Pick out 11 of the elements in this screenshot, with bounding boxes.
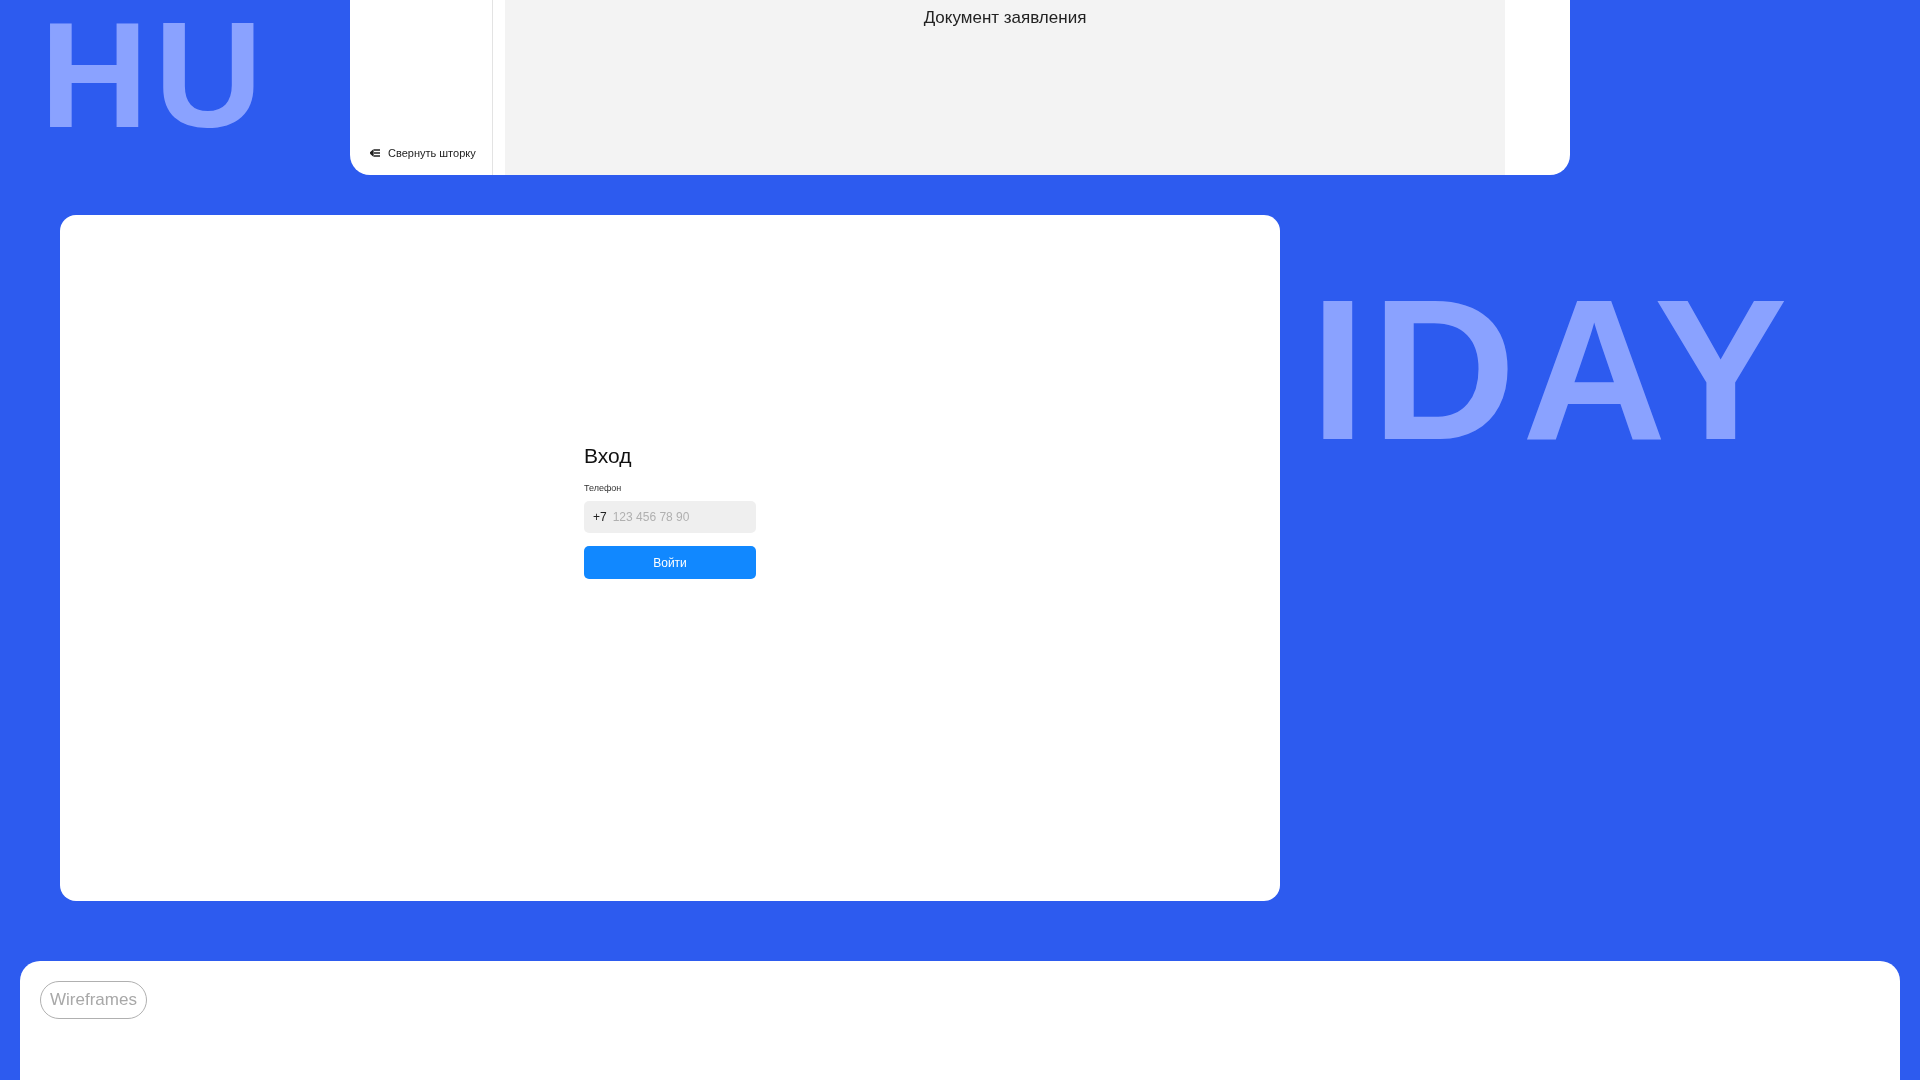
phone-label: Телефон (584, 481, 622, 495)
backdrop-lettering: IDAY (1310, 270, 1794, 470)
phone-input[interactable]: 123 456 78 90 (612, 508, 733, 526)
login-button[interactable]: Войти (584, 546, 756, 579)
phone-field[interactable]: +7 123 456 78 90 (584, 501, 756, 533)
backdrop-lettering: HU (40, 0, 269, 150)
document-title: Документ заявления (923, 7, 1087, 29)
country-code: +7 (593, 509, 607, 526)
login-title: Вход (584, 443, 632, 469)
collapse-sidebar-button[interactable]: Свернуть шторку (370, 144, 492, 161)
collapse-icon (370, 148, 380, 157)
